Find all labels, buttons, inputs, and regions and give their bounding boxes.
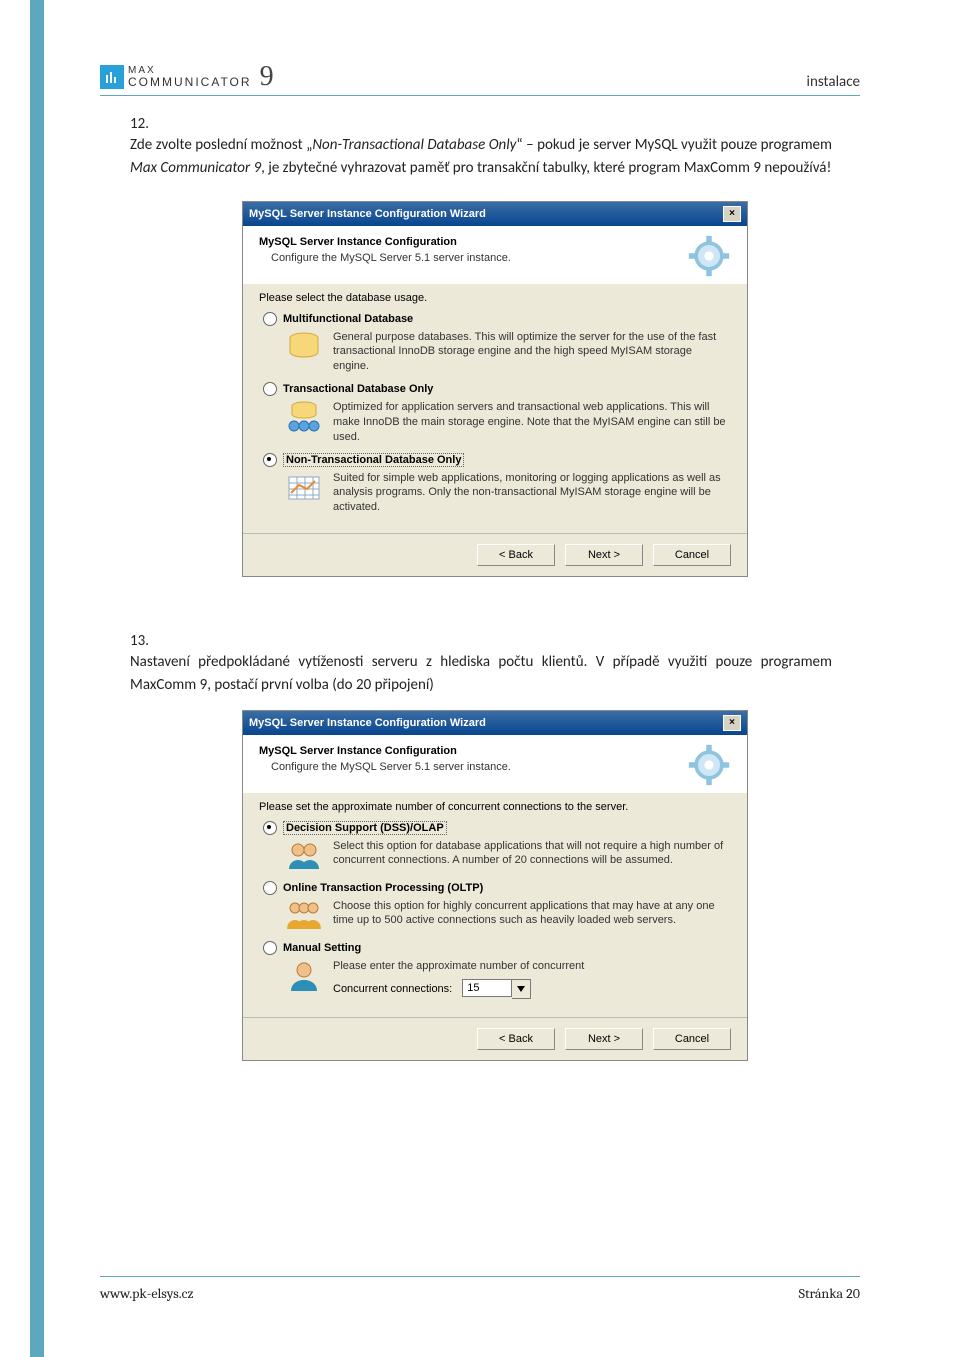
dialog-connections: MySQL Server Instance Configuration Wiza… — [242, 710, 748, 1062]
database-icon — [285, 330, 323, 364]
back-button[interactable]: < Back — [477, 544, 555, 566]
option-desc: Choose this option for highly concurrent… — [333, 899, 731, 929]
option-oltp: Online Transaction Processing (OLTP) Cho… — [263, 881, 731, 933]
chevron-down-icon[interactable] — [512, 979, 531, 999]
dialog-footer: < Back Next > Cancel — [243, 533, 747, 576]
text-fragment: “ – pokud je server MySQL využit pouze p… — [516, 136, 832, 154]
banner: MySQL Server Instance Configuration Conf… — [243, 735, 747, 793]
option-dss-olap: Decision Support (DSS)/OLAP Select this … — [263, 821, 731, 873]
option-label: Multifunctional Database — [283, 313, 413, 325]
option-desc: General purpose databases. This will opt… — [333, 330, 731, 375]
banner-title: MySQL Server Instance Configuration — [259, 745, 687, 757]
list-body: Zde zvolte poslední možnost „Non-Transac… — [130, 134, 832, 181]
lead-text: Please set the approximate number of con… — [259, 801, 731, 813]
list-body: Nastavení předpokládané vytíženosti serv… — [130, 651, 832, 698]
radio-multifunctional[interactable] — [263, 312, 277, 326]
next-button[interactable]: Next > — [565, 1028, 643, 1050]
banner-subtitle: Configure the MySQL Server 5.1 server in… — [271, 761, 687, 773]
option-label: Online Transaction Processing (OLTP) — [283, 882, 483, 894]
option-label: Transactional Database Only — [283, 383, 433, 395]
logo-suffix: 9 — [260, 63, 274, 91]
page-header: MAX COMMUNICATOR 9 instalace — [100, 55, 860, 96]
database-cluster-icon — [285, 400, 323, 434]
panel: Please select the database usage. Multif… — [243, 284, 747, 528]
close-icon[interactable]: × — [723, 206, 741, 222]
users-icon — [285, 839, 323, 873]
panel: Please set the approximate number of con… — [243, 793, 747, 1012]
page: MAX COMMUNICATOR 9 instalace 12. Zde zvo… — [0, 0, 960, 1357]
option-label: Decision Support (DSS)/OLAP — [283, 821, 447, 835]
option-label: Manual Setting — [283, 942, 361, 954]
content: 12. Zde zvolte poslední možnost „Non-Tra… — [130, 115, 860, 1061]
spreadsheet-icon — [285, 471, 323, 505]
header-right: instalace — [807, 73, 860, 91]
window-title: MySQL Server Instance Configuration Wiza… — [249, 717, 486, 729]
page-footer: www.pk-elsys.cz Stránka 20 — [100, 1276, 860, 1302]
titlebar[interactable]: MySQL Server Instance Configuration Wiza… — [243, 711, 747, 735]
users-many-icon — [285, 899, 323, 933]
next-button[interactable]: Next > — [565, 544, 643, 566]
banner-subtitle: Configure the MySQL Server 5.1 server in… — [271, 252, 687, 264]
cancel-button[interactable]: Cancel — [653, 544, 731, 566]
radio-dss-olap[interactable] — [263, 821, 277, 835]
logo: MAX COMMUNICATOR 9 — [100, 63, 274, 91]
gear-icon — [687, 743, 731, 787]
lead-text: Please select the database usage. — [259, 292, 731, 304]
dialog-db-usage: MySQL Server Instance Configuration Wiza… — [242, 201, 748, 578]
text-fragment-italic: Max Communicator 9 — [130, 159, 261, 177]
concurrent-input[interactable] — [462, 979, 512, 997]
option-desc: Optimized for application servers and tr… — [333, 400, 731, 445]
radio-oltp[interactable] — [263, 881, 277, 895]
option-desc: Suited for simple web applications, moni… — [333, 471, 731, 516]
logo-line2: COMMUNICATOR — [128, 76, 252, 88]
option-multifunctional: Multifunctional Database General purpose… — [263, 312, 731, 375]
footer-left: www.pk-elsys.cz — [100, 1285, 194, 1302]
text-fragment: Zde zvolte poslední možnost „ — [130, 136, 312, 154]
cancel-button[interactable]: Cancel — [653, 1028, 731, 1050]
text-fragment: , je zbytečné vyhrazovat paměť pro trans… — [261, 159, 831, 177]
back-button[interactable]: < Back — [477, 1028, 555, 1050]
list-item-13: 13. Nastavení předpokládané vytíženosti … — [130, 632, 860, 698]
list-item-12: 12. Zde zvolte poslední možnost „Non-Tra… — [130, 115, 860, 181]
concurrent-label: Concurrent connections: — [333, 983, 452, 995]
radio-manual[interactable] — [263, 941, 277, 955]
window-title: MySQL Server Instance Configuration Wiza… — [249, 208, 486, 220]
text-fragment-italic: Non-Transactional Database Only — [312, 136, 516, 154]
single-user-icon — [285, 959, 323, 993]
gear-icon — [687, 234, 731, 278]
option-non-transactional: Non-Transactional Database Only Suited f… — [263, 453, 731, 516]
option-desc: Select this option for database applicat… — [333, 839, 731, 869]
option-desc: Please enter the approximate number of c… — [333, 959, 731, 974]
close-icon[interactable]: × — [723, 715, 741, 731]
page-fold-decoration — [30, 0, 44, 1357]
footer-right: Stránka 20 — [799, 1285, 860, 1302]
logo-icon — [100, 65, 124, 89]
dialog-footer: < Back Next > Cancel — [243, 1017, 747, 1060]
option-transactional: Transactional Database Only Optimized fo… — [263, 382, 731, 445]
radio-non-transactional[interactable] — [263, 453, 277, 467]
list-number: 12. — [130, 115, 158, 133]
list-number: 13. — [130, 632, 158, 650]
banner: MySQL Server Instance Configuration Conf… — [243, 226, 747, 284]
radio-transactional[interactable] — [263, 382, 277, 396]
banner-title: MySQL Server Instance Configuration — [259, 236, 687, 248]
option-manual: Manual Setting Please enter the approxim… — [263, 941, 731, 1000]
option-label: Non-Transactional Database Only — [283, 453, 464, 467]
titlebar[interactable]: MySQL Server Instance Configuration Wiza… — [243, 202, 747, 226]
